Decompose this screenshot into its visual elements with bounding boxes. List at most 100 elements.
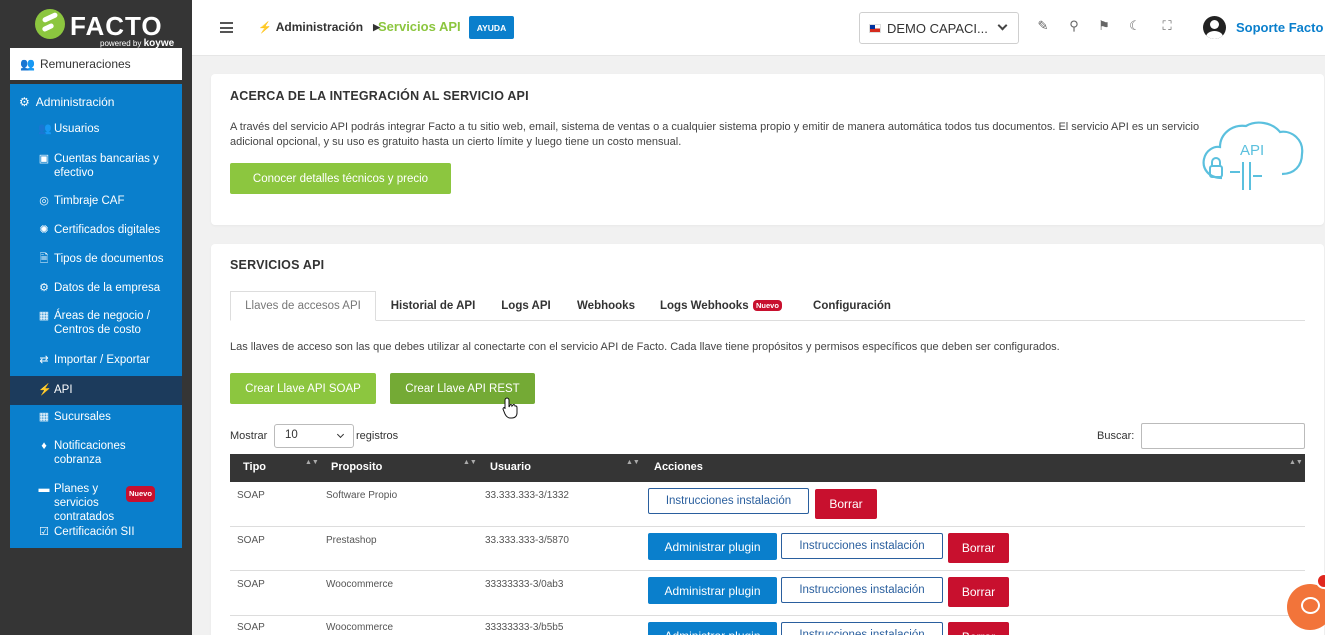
building-icon: ▦ bbox=[38, 411, 50, 423]
tab-logs-api[interactable]: Logs API bbox=[498, 291, 554, 321]
plug-icon: ⚡ bbox=[258, 21, 272, 34]
tab-configuracion[interactable]: Configuración bbox=[806, 291, 898, 321]
tab-webhooks[interactable]: Webhooks bbox=[574, 291, 638, 321]
sidebar-item-label: Importar / Exportar bbox=[54, 354, 150, 366]
sidebar-item-label: Áreas de negocio / Centros de costo bbox=[54, 310, 150, 336]
table-row: SOAP Woocommerce 33333333-3/0ab3 Adminis… bbox=[230, 571, 1305, 616]
sidebar-item-notificaciones[interactable]: ♦ Notificaciones cobranza bbox=[10, 439, 182, 469]
manage-plugin-button[interactable]: Administrar plugin bbox=[648, 533, 777, 560]
plug-icon: ⚡ bbox=[38, 384, 52, 396]
sidebar-item-api[interactable]: ⚡ API bbox=[10, 376, 182, 405]
edit-document-icon[interactable]: ✎ bbox=[1035, 18, 1051, 34]
sidebar-group-label: Administración bbox=[35, 95, 115, 109]
sidebar-item-areas-negocio[interactable]: ▦ Áreas de negocio / Centros de costo bbox=[10, 309, 182, 339]
tab-logs-webhooks[interactable]: Logs Webhooks bbox=[660, 291, 752, 321]
company-selector[interactable]: DEMO CAPACI... bbox=[859, 12, 1019, 44]
sidebar-item-label: Cuentas bancarias y efectivo bbox=[54, 153, 159, 179]
sidebar-item-datos-empresa[interactable]: ⚙ Datos de la empresa bbox=[10, 281, 182, 297]
breadcrumb-current: Servicios API bbox=[378, 19, 461, 34]
gear-icon: ⚙ bbox=[39, 282, 49, 294]
page-size-select[interactable]: 10 bbox=[274, 424, 354, 448]
records-label: registros bbox=[356, 430, 399, 442]
menu-toggle-icon[interactable] bbox=[220, 22, 233, 33]
install-instructions-button[interactable]: Instrucciones instalación bbox=[781, 622, 943, 635]
hand-cursor-icon bbox=[502, 397, 518, 419]
details-price-button[interactable]: Conocer detalles técnicos y precio bbox=[230, 163, 451, 194]
search-icon[interactable]: ⚲ bbox=[1066, 18, 1082, 34]
moon-icon[interactable]: ☾ bbox=[1127, 18, 1143, 34]
page-size-value: 10 bbox=[285, 429, 298, 441]
company-name: DEMO CAPACI... bbox=[887, 20, 988, 36]
help-button[interactable]: AYUDA bbox=[469, 16, 514, 39]
facto-logo-icon bbox=[35, 9, 65, 39]
bell-icon[interactable]: ⚑ bbox=[1096, 18, 1112, 34]
check-icon: ☑ bbox=[39, 526, 49, 538]
breadcrumb: ⚡ Administración ▶ bbox=[258, 20, 380, 34]
table-row: SOAP Prestashop 33.333.333-3/5870 Admini… bbox=[230, 527, 1305, 571]
cell-usuario: 33.333.333-3/5870 bbox=[485, 535, 569, 546]
column-header-tipo[interactable]: Tipo bbox=[243, 461, 266, 473]
chevron-down-icon bbox=[336, 430, 345, 439]
gears-icon: ⚙ bbox=[19, 95, 30, 109]
delete-button[interactable]: Borrar bbox=[948, 622, 1009, 635]
sidebar-item-usuarios[interactable]: 👥 Usuarios bbox=[10, 122, 182, 138]
sidebar-group-header[interactable]: ⚙ Administración bbox=[10, 84, 182, 120]
delete-button[interactable]: Borrar bbox=[948, 577, 1009, 607]
chat-bubble-icon bbox=[1301, 597, 1320, 614]
about-description: A través del servicio API podrás integra… bbox=[230, 121, 1200, 148]
sidebar-item-label: Notificaciones cobranza bbox=[54, 440, 126, 466]
table-row: SOAP Woocommerce 33333333-3/b5b5 Adminis… bbox=[230, 616, 1305, 635]
create-soap-key-button[interactable]: Crear Llave API SOAP bbox=[230, 373, 376, 404]
column-header-usuario[interactable]: Usuario bbox=[490, 461, 531, 473]
sidebar-item-label: Tipos de documentos bbox=[54, 253, 164, 265]
tab-historial-api[interactable]: Historial de API bbox=[388, 291, 478, 321]
user-avatar[interactable] bbox=[1203, 16, 1226, 39]
sidebar-item-label: API bbox=[54, 384, 73, 396]
cell-usuario: 33333333-3/0ab3 bbox=[485, 579, 564, 590]
fullscreen-icon[interactable]: ⛶ bbox=[1159, 18, 1175, 34]
api-cloud-icon: API bbox=[1202, 121, 1304, 190]
document-icon: 🗎 bbox=[39, 253, 49, 265]
sidebar-item-remuneraciones[interactable]: 👥 Remuneraciones bbox=[10, 48, 182, 80]
sort-icon[interactable]: ▲▼ bbox=[626, 459, 640, 466]
sidebar-item-cuentas[interactable]: ▣ Cuentas bancarias y efectivo bbox=[10, 152, 182, 182]
sidebar-item-sucursales[interactable]: ▦ Sucursales bbox=[10, 410, 182, 426]
cell-tipo: SOAP bbox=[237, 490, 265, 501]
cell-proposito: Woocommerce bbox=[326, 622, 394, 633]
search-input[interactable] bbox=[1141, 423, 1305, 449]
install-instructions-button[interactable]: Instrucciones instalación bbox=[648, 488, 809, 514]
delete-button[interactable]: Borrar bbox=[815, 489, 877, 519]
column-header-proposito[interactable]: Proposito bbox=[331, 461, 382, 473]
sidebar-item-importar-exportar[interactable]: ⇄ Importar / Exportar bbox=[10, 353, 182, 369]
cell-tipo: SOAP bbox=[237, 579, 265, 590]
about-title: ACERCA DE LA INTEGRACIÓN AL SERVICIO API bbox=[230, 89, 529, 103]
breadcrumb-parent[interactable]: Administración bbox=[276, 20, 363, 34]
user-name[interactable]: Soporte Facto bbox=[1236, 20, 1323, 35]
sort-icon[interactable]: ▲▼ bbox=[463, 459, 477, 466]
users-group-icon: 👥 bbox=[20, 57, 35, 71]
sidebar-item-certificados[interactable]: ✺ Certificados digitales bbox=[10, 223, 182, 239]
column-header-acciones[interactable]: Acciones bbox=[654, 461, 703, 473]
cell-proposito: Woocommerce bbox=[326, 579, 394, 590]
table-row: SOAP Software Propio 33.333.333-3/1332 I… bbox=[230, 482, 1305, 527]
install-instructions-button[interactable]: Instrucciones instalación bbox=[781, 533, 943, 559]
sort-icon[interactable]: ▲▼ bbox=[1289, 459, 1303, 466]
sort-icon[interactable]: ▲▼ bbox=[305, 459, 319, 466]
sidebar-item-timbraje[interactable]: ◎ Timbraje CAF bbox=[10, 194, 182, 210]
keys-description: Las llaves de acceso son las que debes u… bbox=[230, 341, 1060, 353]
bell-icon: ♦ bbox=[41, 440, 47, 452]
folder-icon: ▦ bbox=[38, 310, 50, 322]
manage-plugin-button[interactable]: Administrar plugin bbox=[648, 577, 777, 604]
services-title: SERVICIOS API bbox=[230, 258, 325, 272]
sidebar-item-planes[interactable]: ▬ Planes y servicios contratados Nuevo bbox=[10, 482, 182, 523]
install-instructions-button[interactable]: Instrucciones instalación bbox=[781, 577, 943, 603]
sidebar-item-label: Usuarios bbox=[54, 123, 100, 135]
certificate-icon: ✺ bbox=[39, 224, 49, 236]
chat-notification-dot bbox=[1316, 573, 1325, 589]
sidebar-item-certificacion-sii[interactable]: ☑ Certificación SII bbox=[10, 525, 182, 541]
sidebar-item-tipos-documentos[interactable]: 🗎 Tipos de documentos bbox=[10, 252, 182, 268]
delete-button[interactable]: Borrar bbox=[948, 533, 1009, 563]
stamp-icon: ◎ bbox=[39, 195, 49, 207]
tab-llaves-acceso[interactable]: Llaves de accesos API bbox=[230, 291, 376, 321]
manage-plugin-button[interactable]: Administrar plugin bbox=[648, 622, 777, 635]
